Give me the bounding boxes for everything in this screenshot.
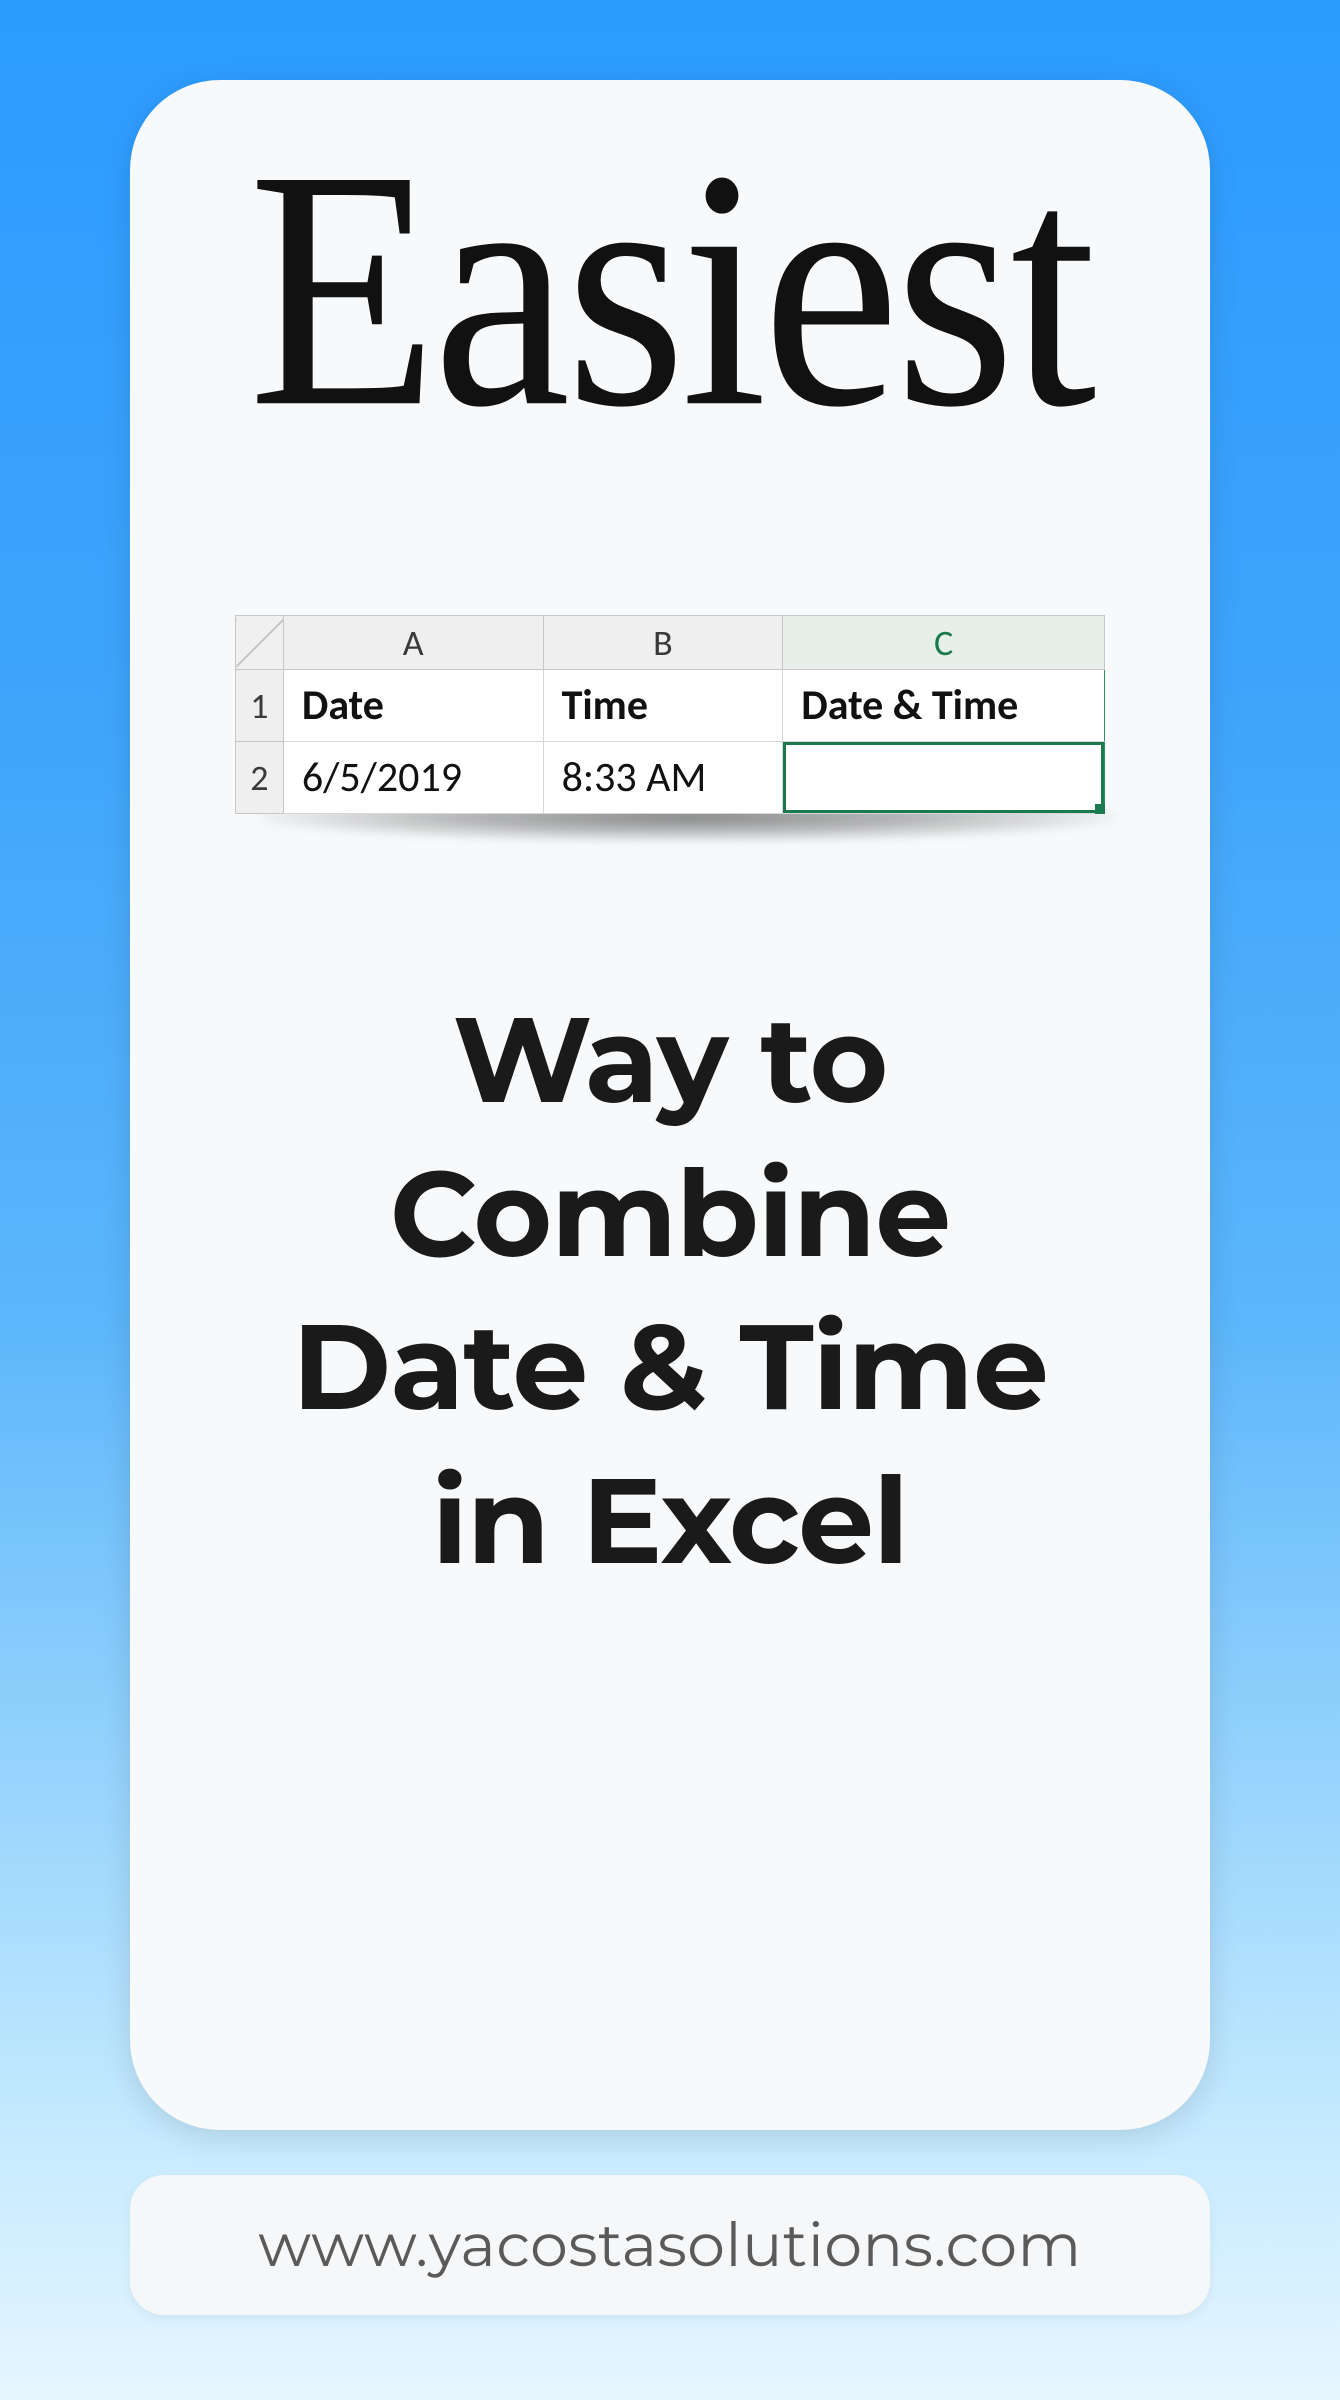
- cell-b2[interactable]: 8:33 AM: [543, 742, 783, 814]
- fill-handle[interactable]: [1095, 804, 1105, 814]
- excel-snippet: A B C 1 Date Time Date & Time 2 6/5/2019…: [235, 615, 1105, 814]
- cell-c1[interactable]: Date & Time: [783, 670, 1105, 742]
- col-header-c[interactable]: C: [783, 616, 1105, 670]
- row-header-1[interactable]: 1: [236, 670, 284, 742]
- cell-a1[interactable]: Date: [283, 670, 543, 742]
- cell-b1[interactable]: Time: [543, 670, 783, 742]
- footer-pill: www.yacostasolutions.com: [130, 2175, 1210, 2315]
- selection-outline: [783, 742, 1104, 813]
- col-header-a[interactable]: A: [283, 616, 543, 670]
- subheading: Way to Combine Date & Time in Excel: [292, 984, 1048, 1598]
- col-header-b[interactable]: B: [543, 616, 783, 670]
- subhead-line: in Excel: [292, 1445, 1048, 1599]
- column-header-row: A B C: [236, 616, 1105, 670]
- excel-table: A B C 1 Date Time Date & Time 2 6/5/2019…: [235, 615, 1105, 814]
- table-row: 2 6/5/2019 8:33 AM: [236, 742, 1105, 814]
- select-all-corner[interactable]: [236, 616, 284, 670]
- footer-url[interactable]: www.yacostasolutions.com: [258, 2209, 1081, 2282]
- main-card: Easiest A B C 1 Date Time Date & Time: [130, 80, 1210, 2130]
- table-row: 1 Date Time Date & Time: [236, 670, 1105, 742]
- row-header-2[interactable]: 2: [236, 742, 284, 814]
- subhead-line: Way to: [292, 984, 1048, 1138]
- cell-c2-selected[interactable]: [783, 742, 1105, 814]
- subhead-line: Date & Time: [292, 1291, 1048, 1445]
- headline-script: Easiest: [130, 120, 1210, 461]
- cell-a2[interactable]: 6/5/2019: [283, 742, 543, 814]
- subhead-line: Combine: [292, 1138, 1048, 1292]
